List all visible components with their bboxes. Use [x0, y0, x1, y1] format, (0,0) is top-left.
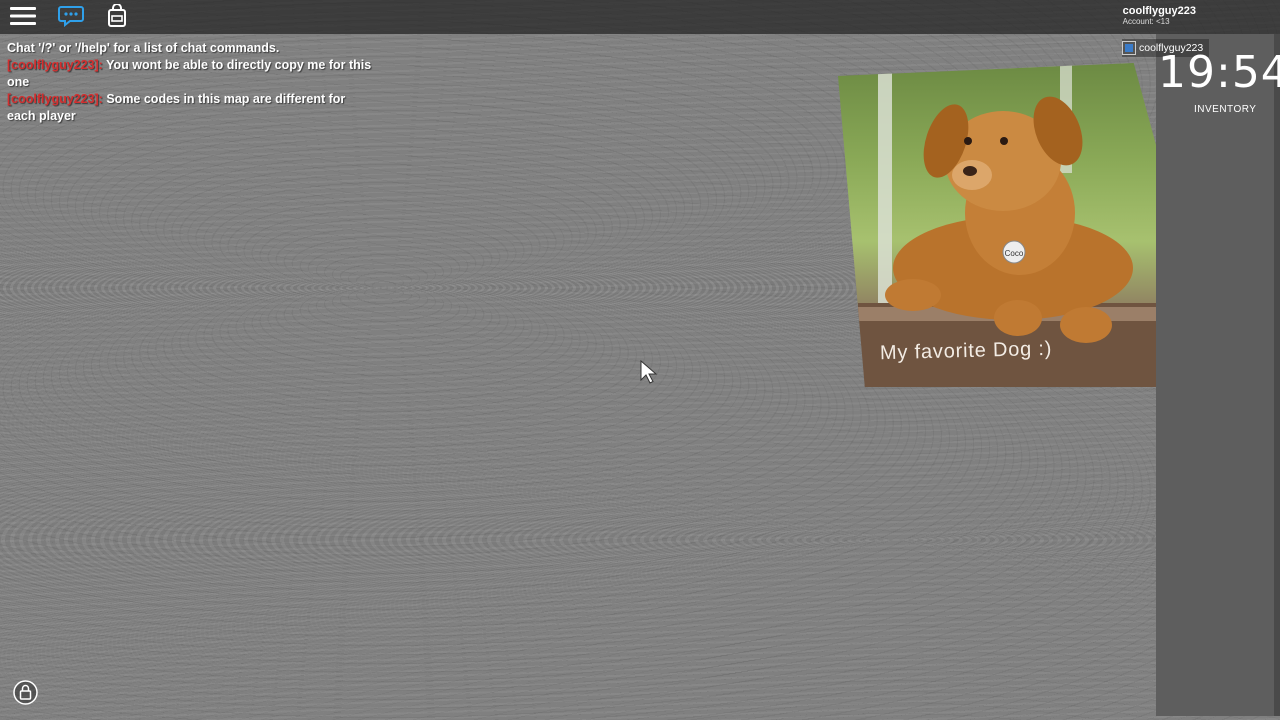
- shift-lock-button[interactable]: [13, 680, 38, 705]
- chat-window: Chat '/?' or '/help' for a list of chat …: [7, 40, 377, 125]
- account-info: coolflyguy223 Account: <13: [1123, 5, 1196, 26]
- dog-tag-text: Coco: [1005, 249, 1024, 258]
- picture-caption: My favorite Dog :): [879, 337, 1053, 365]
- game-viewport[interactable]: coolflyguy223 Account: <13 Chat '/?' or …: [0, 0, 1280, 720]
- account-age: Account: <13: [1122, 17, 1170, 26]
- chat-system-message: Chat '/?' or '/help' for a list of chat …: [7, 41, 280, 55]
- clock-display: 19:54: [1158, 47, 1280, 98]
- chat-message: [coolflyguy223]: Some codes in this map …: [7, 91, 377, 125]
- lock-icon: [13, 680, 38, 705]
- chat-toggle-button[interactable]: [56, 2, 86, 30]
- menu-button[interactable]: [8, 2, 38, 30]
- mouse-cursor-icon: [640, 359, 658, 384]
- backpack-button[interactable]: [102, 2, 132, 30]
- chat-bubble-icon: [58, 6, 84, 27]
- chat-speaker[interactable]: [coolflyguy223]:: [7, 58, 103, 72]
- chat-speaker[interactable]: [coolflyguy223]:: [7, 92, 103, 106]
- side-panel: [1156, 34, 1280, 716]
- chat-message: [coolflyguy223]: You wont be able to dir…: [7, 57, 377, 91]
- player-avatar-icon: [1122, 41, 1136, 55]
- backpack-icon: [108, 4, 126, 27]
- side-panel-edge: [1274, 34, 1280, 716]
- top-bar: coolflyguy223 Account: <13: [0, 0, 1280, 34]
- account-name: coolflyguy223: [1122, 5, 1196, 17]
- inventory-button[interactable]: INVENTORY: [1194, 104, 1256, 115]
- hamburger-menu-icon: [10, 7, 36, 25]
